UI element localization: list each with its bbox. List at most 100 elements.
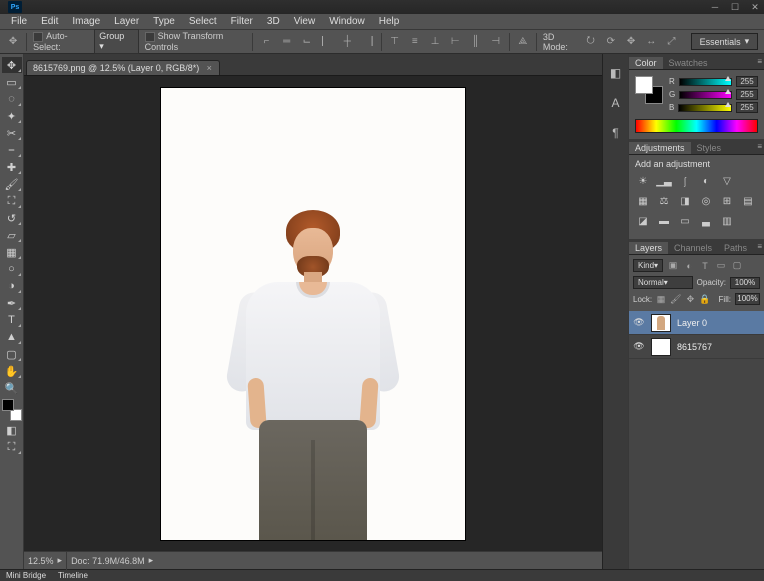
zoom-readout[interactable]: 12.5% ▸ — [28, 555, 62, 566]
character-panel-icon[interactable]: A — [607, 94, 625, 112]
auto-select-target[interactable]: Group ▾ — [94, 29, 138, 54]
layer-name[interactable]: 8615767 — [677, 342, 712, 352]
tab-adjustments[interactable]: Adjustments — [629, 142, 691, 154]
menu-filter[interactable]: Filter — [224, 15, 260, 28]
3d-roll-icon[interactable]: ⟳ — [604, 34, 618, 50]
distribute-vcenter-icon[interactable]: ≡ — [408, 34, 422, 50]
g-slider[interactable]: G255 — [669, 89, 758, 100]
zoom-tool[interactable]: 🔍 — [2, 380, 22, 396]
layer-filter-kind[interactable]: Kind ▾ — [633, 259, 663, 272]
curves-icon[interactable]: ⎰ — [677, 173, 693, 189]
gradient-tool[interactable]: ▦ — [2, 244, 22, 260]
bw-icon[interactable]: ◨ — [677, 193, 693, 209]
history-panel-icon[interactable]: ◧ — [607, 64, 625, 82]
visibility-icon[interactable]: 👁 — [633, 317, 645, 329]
rectangle-tool[interactable]: ▢ — [2, 346, 22, 362]
align-hcenter-icon[interactable]: ┼ — [340, 34, 354, 50]
tab-color[interactable]: Color — [629, 57, 663, 69]
r-slider[interactable]: R255 — [669, 76, 758, 87]
menu-view[interactable]: View — [287, 15, 323, 28]
color-lookup-icon[interactable]: ▤ — [740, 193, 756, 209]
distribute-right-icon[interactable]: ⊣ — [489, 34, 503, 50]
filter-smart-icon[interactable]: ▢ — [731, 260, 743, 272]
r-value[interactable]: 255 — [736, 76, 758, 87]
eyedropper-tool[interactable]: ⎯ — [2, 142, 22, 158]
b-slider[interactable]: B255 — [669, 102, 758, 113]
hand-tool[interactable]: ✋ — [2, 363, 22, 379]
layer-thumbnail[interactable] — [651, 314, 671, 332]
brightness-contrast-icon[interactable]: ☀ — [635, 173, 651, 189]
canvas-region[interactable] — [24, 76, 602, 551]
close-tab-icon[interactable]: × — [205, 64, 213, 72]
menu-window[interactable]: Window — [322, 15, 372, 28]
magic-wand-tool[interactable]: ✦ — [2, 108, 22, 124]
gradient-map-icon[interactable]: ▃ — [698, 213, 714, 229]
distribute-bottom-icon[interactable]: ⊥ — [428, 34, 442, 50]
blur-tool[interactable]: ○ — [2, 261, 22, 277]
lock-all-icon[interactable]: 🔒 — [699, 293, 710, 305]
tab-swatches[interactable]: Swatches — [663, 57, 714, 69]
align-top-icon[interactable]: ⌐ — [259, 34, 273, 50]
exposure-icon[interactable]: ◐ — [698, 173, 714, 189]
levels-icon[interactable]: ▁▃ — [656, 173, 672, 189]
invert-icon[interactable]: ◪ — [635, 213, 651, 229]
filter-adjust-icon[interactable]: ◐ — [683, 260, 695, 272]
fg-bg-swatch[interactable] — [635, 76, 663, 104]
menu-3d[interactable]: 3D — [260, 15, 287, 28]
color-spectrum[interactable] — [635, 119, 758, 133]
align-vcenter-icon[interactable]: ═ — [280, 34, 294, 50]
dodge-tool[interactable]: ◑ — [2, 278, 22, 294]
tab-mini-bridge[interactable]: Mini Bridge — [0, 571, 52, 580]
minimize-icon[interactable]: ─ — [710, 2, 720, 12]
menu-help[interactable]: Help — [372, 15, 407, 28]
layer-thumbnail[interactable] — [651, 338, 671, 356]
pen-tool[interactable]: ✒ — [2, 295, 22, 311]
path-selection-tool[interactable]: ▲ — [2, 329, 22, 345]
canvas[interactable] — [161, 88, 465, 540]
layer-row[interactable]: 👁 8615767 — [629, 335, 764, 359]
hue-sat-icon[interactable]: ▦ — [635, 193, 651, 209]
distribute-top-icon[interactable]: ⊤ — [388, 34, 402, 50]
3d-slide-icon[interactable]: ↔ — [644, 34, 658, 50]
lock-position-icon[interactable]: ✥ — [685, 293, 695, 305]
tab-channels[interactable]: Channels — [668, 242, 718, 254]
fill-input[interactable]: 100% — [735, 293, 760, 305]
quick-mask-tool[interactable]: ◧ — [2, 422, 22, 438]
b-value[interactable]: 255 — [736, 102, 758, 113]
panel-menu-icon[interactable]: ≡ — [757, 142, 762, 151]
tab-timeline[interactable]: Timeline — [52, 571, 94, 580]
align-right-icon[interactable]: ⎹ — [360, 34, 374, 50]
workspace-switcher[interactable]: Essentials ▾ — [691, 33, 759, 50]
distribute-hcenter-icon[interactable]: ║ — [468, 34, 482, 50]
color-balance-icon[interactable]: ⚖ — [656, 193, 672, 209]
blend-mode-select[interactable]: Normal ▾ — [633, 276, 693, 289]
filter-pixel-icon[interactable]: ▣ — [667, 260, 679, 272]
lock-transparency-icon[interactable]: ▦ — [656, 293, 666, 305]
marquee-tool[interactable]: ▭ — [2, 74, 22, 90]
align-bottom-icon[interactable]: ⌙ — [300, 34, 314, 50]
panel-menu-icon[interactable]: ≡ — [757, 242, 762, 251]
threshold-icon[interactable]: ▭ — [677, 213, 693, 229]
lasso-tool[interactable]: ◌ — [2, 91, 22, 107]
menu-layer[interactable]: Layer — [107, 15, 146, 28]
history-brush-tool[interactable]: ↺ — [2, 210, 22, 226]
g-value[interactable]: 255 — [736, 89, 758, 100]
opacity-input[interactable]: 100% — [730, 277, 760, 289]
3d-scale-icon[interactable]: ⤢ — [664, 34, 678, 50]
visibility-icon[interactable]: 👁 — [633, 341, 645, 353]
eraser-tool[interactable]: ▱ — [2, 227, 22, 243]
tab-styles[interactable]: Styles — [691, 142, 728, 154]
channel-mixer-icon[interactable]: ⊞ — [719, 193, 735, 209]
tab-paths[interactable]: Paths — [718, 242, 753, 254]
tab-layers[interactable]: Layers — [629, 242, 668, 254]
doc-size-readout[interactable]: Doc: 71.9M/46.8M ▸ — [71, 555, 153, 566]
lock-pixels-icon[interactable]: 🖌 — [670, 293, 681, 305]
move-tool[interactable]: ✥ — [2, 57, 22, 73]
align-left-icon[interactable]: ⎸ — [320, 34, 334, 50]
close-icon[interactable]: ✕ — [750, 2, 760, 12]
filter-shape-icon[interactable]: ▭ — [715, 260, 727, 272]
maximize-icon[interactable]: ☐ — [730, 2, 740, 12]
layer-name[interactable]: Layer 0 — [677, 318, 707, 328]
show-transform-checkbox[interactable]: Show Transform Controls — [145, 31, 247, 52]
vibrance-icon[interactable]: ▽ — [719, 173, 735, 189]
